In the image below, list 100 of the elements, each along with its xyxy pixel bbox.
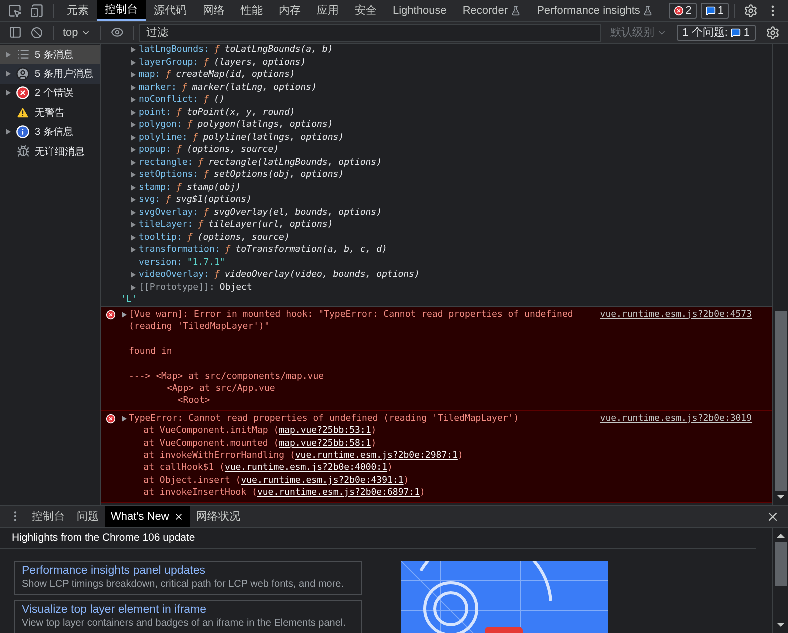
filter-field[interactable]: 过滤 [139,24,601,42]
panel-tab[interactable]: Lighthouse [385,0,455,21]
sidebar-item[interactable]: 5 条用户消息 [0,64,100,84]
function-sign: ƒ [192,132,198,144]
property-value: createMap(id, options) [176,69,296,82]
stack-frame-link[interactable]: vue.runtime.esm.js?2b0e:2987:1 [295,450,458,462]
feature-card[interactable]: Performance insights panel updates Show LCP timings breakdown, critical path for LCP web fonts, and more. [14,561,362,595]
sidebar-item[interactable]: 无警告 [0,103,100,123]
property-value: marker(latLng, options) [192,82,317,94]
source-link[interactable]: vue.runtime.esm.js?2b0e:3019 [600,412,752,500]
error-counter[interactable]: 2 [668,2,697,18]
property-name: layerGroup: [139,56,199,69]
property-name: svgOverlay: [139,206,199,219]
panel-tab[interactable]: 内存 [271,0,309,21]
property-name: version: [139,256,182,269]
property-name: noConflict: [139,94,199,106]
source-link[interactable]: vue.runtime.esm.js?2b0e:4573 [600,308,752,408]
stack-frame-text: ) [458,450,464,462]
drawer-tab[interactable]: What's New [105,506,190,527]
property-name: stamp: [139,182,172,194]
property-value: tileLayer(url, options) [208,219,334,232]
property-name: marker: [139,82,177,94]
property-name: setOptions: [139,169,199,182]
property-value: svgOverlay(el, bounds, options) [214,206,382,219]
property-name: tileLayer: [139,219,194,232]
stack-frame-link[interactable]: map.vue?25bb:58:1 [279,438,372,450]
property-name: popup: [139,144,172,156]
panel-tab[interactable]: 应用 [309,0,347,21]
context-dropdown[interactable]: top [59,26,96,38]
property-value: (options, source) [186,144,280,156]
property-value: rectangle(latLngBounds, options) [208,156,382,169]
panel-tab[interactable]: Recorder [454,0,530,21]
property-name: polygon: [139,119,182,132]
drawer-heading: Highlights from the Chrome 106 update [0,528,756,549]
property-value: "1.7.1" [187,256,226,269]
error-message: [Vue warn]: Error in mounted hook: "TypeError: Cannot read properties of undefined (reading 'TiledMapLayer')" found in ---> <Map> at src/components/map.vue <App> at src/App.vue <Root> [129,308,574,408]
card-description: View top layer containers and badges of an iframe in the Elements panel. [22,618,347,629]
drawer-tab[interactable]: 控制台 [26,506,71,527]
info-icon [16,125,30,140]
property-value: toTransformation(a, b, c, d) [236,244,388,256]
panel-tab[interactable]: 元素 [59,0,97,21]
function-sign: ƒ [187,232,193,244]
function-sign: ƒ [187,119,193,132]
error-icon [674,6,684,16]
function-sign: ƒ [166,69,172,82]
property-value: toPoint(x, y, round) [186,106,296,119]
stack-frame-text: ) [371,425,377,438]
panel-tab[interactable]: Performance insights [529,0,662,21]
property-value: toLatLngBounds(a, b) [224,44,334,56]
scrollbar-thumb[interactable] [774,311,786,491]
property-name: latLngBounds: [139,44,210,56]
panel-tab[interactable]: 源代码 [146,0,195,21]
sidebar-item[interactable]: 3 条信息 [0,122,100,142]
scroll-down-icon[interactable] [776,623,784,627]
stack-frame-link[interactable]: vue.runtime.esm.js?2b0e:6897:1 [257,487,420,500]
function-sign: ƒ [176,106,182,119]
sidebar-item[interactable]: 无详细消息 [0,142,100,162]
close-icon[interactable] [174,512,184,522]
error-message: TypeError: Cannot read properties of undefined (reading 'TiledMapLayer') [129,412,520,426]
drawer-tab[interactable]: 网络状况 [190,506,246,527]
expand-arrow-icon[interactable] [122,416,127,422]
panel-tab[interactable]: 控制台 [97,0,146,21]
property-name: point: [139,106,172,119]
stack-frame-link[interactable]: map.vue?25bb:53:1 [279,425,372,438]
drawer-tab[interactable]: 问题 [71,506,105,527]
expand-arrow-icon[interactable] [122,312,127,318]
stack-frame-link[interactable]: vue.runtime.esm.js?2b0e:4000:1 [224,462,388,475]
panel-tab[interactable]: 网络 [195,0,233,21]
error-icon [106,414,116,424]
scroll-up-icon[interactable] [776,534,784,538]
property-name: svg: [139,194,161,206]
property-name: [[Prototype]]: [139,282,215,294]
scrollbar[interactable] [772,44,788,505]
function-sign: ƒ [204,94,210,106]
property-value: svg$1(options) [176,194,252,206]
panel-tab[interactable]: 性能 [233,0,271,21]
scrollbar-thumb[interactable] [774,542,786,586]
card-title: Visualize top layer element in iframe [22,604,208,616]
function-sign: ƒ [176,182,182,194]
issues-button[interactable]: 1 个问题: 1 [676,24,756,40]
stack-frame-text: at Object.insert ( [142,474,242,488]
scrollbar[interactable] [772,528,788,633]
function-sign: ƒ [182,82,188,94]
error-icon [106,310,116,320]
property-value: Object [220,282,252,294]
bug-icon [16,145,30,158]
property-value: polygon(latlngs, options) [198,119,334,132]
message-counter[interactable]: 1 [700,2,729,18]
stack-frame-link[interactable]: vue.runtime.esm.js?2b0e:4391:1 [241,474,404,488]
scroll-down-icon[interactable] [776,495,784,499]
function-sign: ƒ [198,156,204,169]
function-sign: ƒ [176,144,182,156]
sidebar-item[interactable]: 5 条消息 [0,45,100,64]
error-icon [16,86,30,100]
property-name: videoOverlay: [139,269,210,282]
panel-tab[interactable]: 安全 [347,0,385,21]
property-value: (layers, options) [214,56,306,69]
feature-card[interactable]: Visualize top layer element in iframe View top layer containers and badges of an iframe in the Elements panel. [14,600,362,633]
sidebar-item[interactable]: 2 个错误 [0,84,100,104]
function-sign: ƒ [214,269,220,282]
